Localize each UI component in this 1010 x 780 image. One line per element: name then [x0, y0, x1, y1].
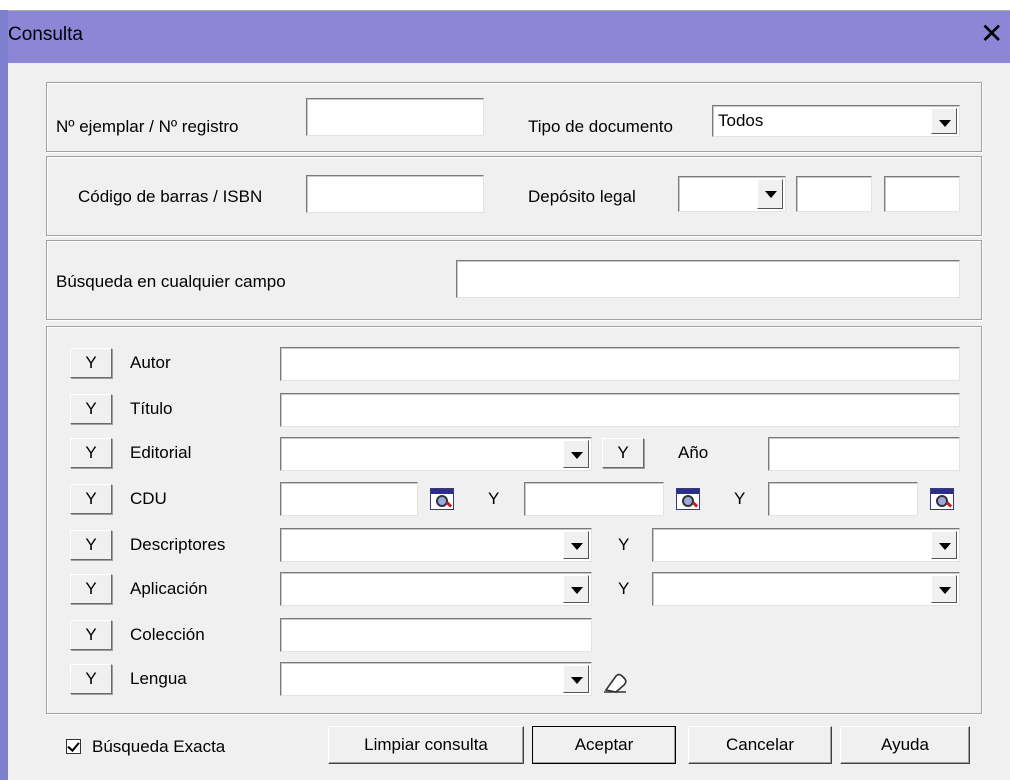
deposito-legal-year-input[interactable]	[884, 176, 960, 212]
cdu-input-3[interactable]	[768, 482, 918, 516]
ejemplar-label: Nº ejemplar / Nº registro	[56, 117, 239, 136]
editorial-label: Editorial	[130, 443, 192, 462]
tipo-documento-label: Tipo de documento	[528, 117, 673, 136]
close-icon[interactable]: ✕	[980, 19, 1003, 49]
consulta-dialog: Consulta ✕ Nº ejemplar / Nº registro Tip…	[0, 10, 1010, 780]
cdu-input-2[interactable]	[524, 482, 664, 516]
lengua-label: Lengua	[130, 669, 187, 688]
chevron-down-icon[interactable]	[931, 531, 957, 559]
deposito-legal-number-input[interactable]	[796, 176, 872, 212]
tipo-documento-select[interactable]: Todos	[712, 105, 960, 137]
magnifier-icon[interactable]	[930, 488, 954, 510]
descriptores-label: Descriptores	[130, 535, 226, 554]
codigo-barras-input[interactable]	[306, 175, 484, 213]
chevron-down-icon[interactable]	[931, 108, 957, 134]
cdu-y-label-2: Y	[734, 489, 746, 508]
descriptores-select-2[interactable]	[652, 528, 960, 562]
lengua-select[interactable]	[280, 662, 592, 696]
magnifier-icon[interactable]	[676, 488, 700, 510]
busqueda-cualquier-campo-input[interactable]	[456, 260, 960, 298]
group-criterios	[46, 326, 982, 714]
cdu-input-1[interactable]	[280, 482, 418, 516]
titulo-operator-button[interactable]: Y	[70, 394, 112, 424]
title-bar[interactable]: Consulta ✕	[8, 10, 1010, 63]
coleccion-operator-button[interactable]: Y	[70, 620, 112, 650]
chevron-down-icon[interactable]	[563, 665, 589, 693]
editorial-select[interactable]	[280, 437, 592, 471]
anio-operator-button[interactable]: Y	[602, 438, 644, 468]
ayuda-button[interactable]: Ayuda	[840, 726, 970, 764]
aplicacion-label: Aplicación	[130, 579, 208, 598]
chevron-down-icon[interactable]	[757, 179, 783, 209]
aplicacion-select-2[interactable]	[652, 572, 960, 606]
deposito-legal-label: Depósito legal	[528, 187, 636, 206]
eraser-icon[interactable]	[602, 670, 630, 696]
window-title: Consulta	[8, 24, 83, 45]
cdu-label: CDU	[130, 489, 167, 508]
tipo-documento-value: Todos	[718, 111, 764, 130]
autor-operator-button[interactable]: Y	[70, 348, 112, 378]
chevron-down-icon[interactable]	[563, 531, 589, 559]
busqueda-cualquier-campo-label: Búsqueda en cualquier campo	[56, 272, 286, 291]
autor-label: Autor	[130, 353, 171, 372]
titulo-label: Título	[130, 399, 173, 418]
aceptar-button[interactable]: Aceptar	[532, 726, 676, 764]
chevron-down-icon[interactable]	[563, 575, 589, 603]
anio-label: Año	[678, 443, 709, 462]
codigo-barras-label: Código de barras / ISBN	[78, 187, 263, 206]
editorial-operator-button[interactable]: Y	[70, 438, 112, 468]
cdu-operator-button[interactable]: Y	[70, 484, 112, 514]
cancelar-button[interactable]: Cancelar	[688, 726, 832, 764]
aplicacion-select-1[interactable]	[280, 572, 592, 606]
chevron-down-icon[interactable]	[931, 575, 957, 603]
titulo-input[interactable]	[280, 393, 960, 427]
descriptores-y-label: Y	[618, 535, 630, 554]
chevron-down-icon[interactable]	[563, 440, 589, 468]
busqueda-exacta-label: Búsqueda Exacta	[92, 737, 226, 756]
aplicacion-y-label: Y	[618, 579, 630, 598]
coleccion-label: Colección	[130, 625, 205, 644]
autor-input[interactable]	[280, 347, 960, 381]
aplicacion-operator-button[interactable]: Y	[70, 574, 112, 604]
descriptores-select-1[interactable]	[280, 528, 592, 562]
limpiar-consulta-button[interactable]: Limpiar consulta	[328, 726, 524, 764]
deposito-legal-select[interactable]	[678, 176, 786, 212]
descriptores-operator-button[interactable]: Y	[70, 530, 112, 560]
coleccion-input[interactable]	[280, 618, 592, 652]
magnifier-icon[interactable]	[430, 488, 454, 510]
anio-input[interactable]	[768, 437, 960, 471]
cdu-y-label-1: Y	[488, 489, 500, 508]
lengua-operator-button[interactable]: Y	[70, 664, 112, 694]
ejemplar-input[interactable]	[306, 98, 484, 136]
busqueda-exacta-checkbox[interactable]	[66, 739, 81, 754]
